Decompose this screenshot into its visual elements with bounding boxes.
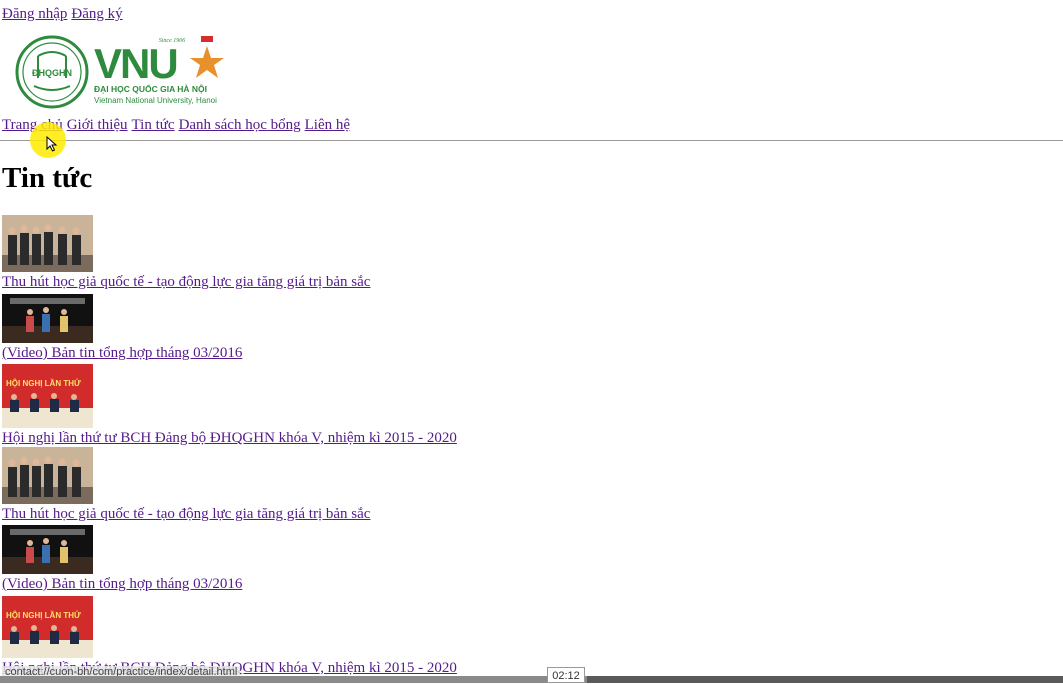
news-title[interactable]: Hội nghị lần thứ tư BCH Đảng bộ ĐHQGHN k…	[2, 430, 457, 447]
divider	[0, 140, 1063, 141]
vnu-logo[interactable]: ĐHQGHN Since 1906 VNU ĐẠI HỌC QUỐC GIA H…	[14, 34, 244, 112]
nav-scholarships[interactable]: Danh sách học bổng	[179, 117, 301, 133]
thumbnail-banner: HỘI NGHỊ LẦN THỨ	[6, 378, 81, 388]
news-item[interactable]: HỘI NGHỊ LẦN THỨ Hội nghị lần thứ tư BCH…	[2, 364, 457, 447]
thumbnail-banner: HỘI NGHỊ LẦN THỨ	[6, 610, 81, 620]
news-item[interactable]: (Video) Bản tin tổng hợp tháng 03/2016	[2, 525, 242, 593]
video-progress	[0, 676, 587, 683]
news-title[interactable]: Thu hút học giả quốc tế - tạo động lực g…	[2, 274, 370, 291]
news-item[interactable]: Thu hút học giả quốc tế - tạo động lực g…	[2, 215, 370, 291]
login-link[interactable]: Đăng nhập	[2, 6, 67, 22]
register-link[interactable]: Đăng ký	[71, 6, 122, 22]
news-item[interactable]: (Video) Bản tin tổng hợp tháng 03/2016	[2, 294, 242, 362]
nav-news[interactable]: Tin tức	[132, 117, 175, 133]
logo-emblem-text: ĐHQGHN	[32, 68, 72, 78]
news-thumbnail[interactable]: HỘI NGHỊ LẦN THỨ	[2, 364, 93, 428]
news-thumbnail[interactable]	[2, 294, 93, 343]
news-title[interactable]: Thu hút học giả quốc tế - tạo động lực g…	[2, 506, 370, 523]
logo-name-en: Vietnam National University, Hanoi	[94, 96, 217, 105]
news-title[interactable]: (Video) Bản tin tổng hợp tháng 03/2016	[2, 345, 242, 362]
news-item[interactable]: Thu hút học giả quốc tế - tạo động lực g…	[2, 447, 370, 523]
star-icon	[190, 46, 224, 78]
news-thumbnail[interactable]: HỘI NGHỊ LẦN THỨ	[2, 596, 93, 658]
news-item[interactable]: HỘI NGHỊ LẦN THỨ Hội nghị lần thứ tư BCH…	[2, 596, 457, 677]
news-title[interactable]: (Video) Bản tin tổng hợp tháng 03/2016	[2, 576, 242, 593]
auth-links: Đăng nhập Đăng ký	[2, 6, 127, 23]
news-thumbnail[interactable]	[2, 447, 93, 504]
nav-contact[interactable]: Liên hệ	[305, 117, 350, 133]
logo-name-vi: ĐẠI HỌC QUỐC GIA HÀ NỘI	[94, 83, 207, 94]
page-title: Tin tức	[2, 162, 93, 194]
mouse-pointer-icon	[46, 136, 58, 152]
news-thumbnail[interactable]	[2, 525, 93, 574]
logo-wordmark: VNU	[94, 40, 177, 87]
video-timecode: 02:12	[547, 667, 585, 683]
news-thumbnail[interactable]	[2, 215, 93, 272]
nav-about[interactable]: Giới thiệu	[67, 117, 128, 133]
